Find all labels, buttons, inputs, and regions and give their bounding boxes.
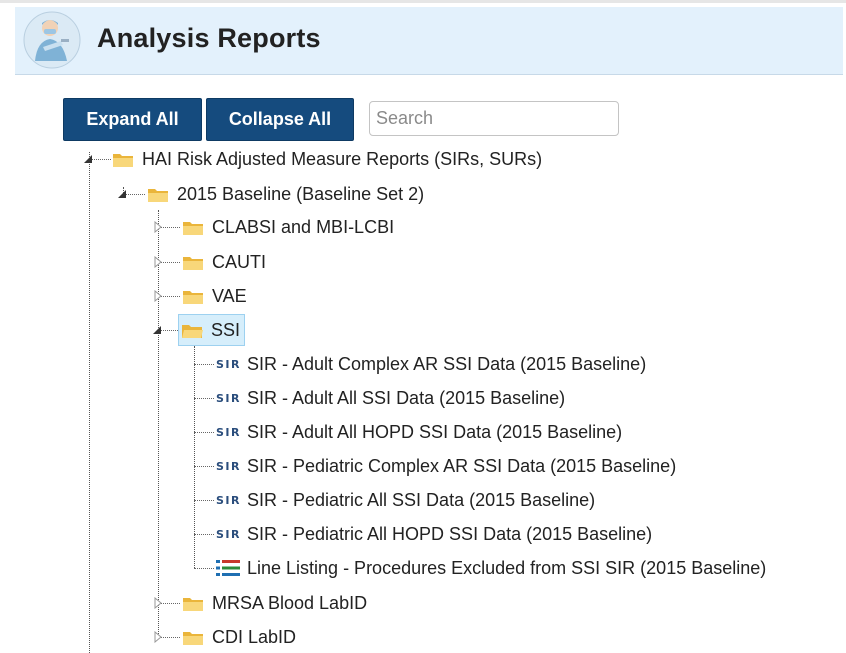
tree-guide-root (89, 152, 90, 653)
tree-report-item[interactable]: Line Listing - Procedures Excluded from … (216, 551, 766, 585)
folder-icon (183, 256, 203, 270)
report-label: SIR - Adult Complex AR SSI Data (2015 Ba… (247, 353, 647, 374)
sir-icon: SIR (216, 527, 241, 541)
tree-node-ssi[interactable]: SSI (178, 314, 246, 346)
tree-node-vae[interactable]: VAE (182, 279, 247, 313)
tree-node-label: CLABSI and MBI-LCBI (212, 216, 395, 237)
folder-icon (183, 221, 203, 235)
tree-connector (194, 500, 214, 501)
page-header: Analysis Reports (15, 7, 843, 75)
tree-report-item[interactable]: SIR SIR - Pediatric All HOPD SSI Data (2… (216, 517, 652, 551)
tree-node-label: 2015 Baseline (Baseline Set 2) (177, 183, 425, 204)
tree-connector (194, 466, 214, 467)
tree-node-label: HAI Risk Adjusted Measure Reports (SIRs,… (142, 148, 543, 169)
collapsed-toggle-icon[interactable] (152, 290, 164, 302)
sir-icon: SIR (216, 357, 241, 371)
tree-node-label: MRSA Blood LabID (212, 592, 368, 613)
tree-node-root[interactable]: HAI Risk Adjusted Measure Reports (SIRs,… (112, 142, 542, 176)
tree-connector (194, 398, 214, 399)
tree-node-label: SSI (211, 319, 241, 340)
tree-report-item[interactable]: SIR SIR - Pediatric All SSI Data (2015 B… (216, 483, 595, 517)
tree-connector (194, 534, 214, 535)
tree-node-cdi[interactable]: CDI LabID (182, 620, 296, 653)
collapse-all-button[interactable]: Collapse All (206, 98, 354, 141)
tree-connector (194, 568, 214, 569)
tree-node-label: CDI LabID (212, 626, 297, 647)
tree-node-label: VAE (212, 285, 247, 306)
collapsed-toggle-icon[interactable] (152, 631, 164, 643)
page-title: Analysis Reports (97, 23, 321, 53)
expanded-toggle-icon[interactable] (82, 153, 94, 165)
sir-icon: SIR (216, 493, 241, 507)
tree-report-item[interactable]: SIR SIR - Adult All SSI Data (2015 Basel… (216, 381, 565, 415)
search-input[interactable] (369, 101, 619, 136)
tree-guide-folders (158, 210, 159, 636)
tree-node-cauti[interactable]: CAUTI (182, 245, 266, 279)
collapsed-toggle-icon[interactable] (152, 597, 164, 609)
report-label: Line Listing - Procedures Excluded from … (247, 557, 767, 578)
line-listing-icon (216, 560, 240, 576)
clinician-logo-icon (23, 11, 81, 69)
sir-icon: SIR (216, 391, 241, 405)
folder-icon (113, 153, 133, 167)
sir-icon: SIR (216, 459, 241, 473)
report-label: SIR - Adult All SSI Data (2015 Baseline) (247, 387, 566, 408)
tree-report-item[interactable]: SIR SIR - Adult All HOPD SSI Data (2015 … (216, 415, 622, 449)
expanded-toggle-icon[interactable] (116, 188, 128, 200)
tree-connector (194, 432, 214, 433)
collapsed-toggle-icon[interactable] (152, 221, 164, 233)
folder-icon (148, 188, 168, 202)
tree-connector (194, 364, 214, 365)
tree-node-label: CAUTI (212, 251, 266, 272)
sir-icon: SIR (216, 425, 241, 439)
folder-icon (183, 631, 203, 645)
tree-node-baseline[interactable]: 2015 Baseline (Baseline Set 2) (147, 177, 424, 211)
open-folder-icon (182, 324, 203, 338)
folder-icon (183, 597, 203, 611)
tree-node-mrsa[interactable]: MRSA Blood LabID (182, 586, 367, 620)
report-label: SIR - Adult All HOPD SSI Data (2015 Base… (247, 421, 623, 442)
report-label: SIR - Pediatric All SSI Data (2015 Basel… (247, 489, 596, 510)
expand-all-button[interactable]: Expand All (63, 98, 202, 141)
tree-report-item[interactable]: SIR SIR - Pediatric Complex AR SSI Data … (216, 449, 676, 483)
tree-report-item[interactable]: SIR SIR - Adult Complex AR SSI Data (201… (216, 347, 646, 381)
tree-node-clabsi[interactable]: CLABSI and MBI-LCBI (182, 210, 394, 244)
report-label: SIR - Pediatric Complex AR SSI Data (201… (247, 455, 677, 476)
collapsed-toggle-icon[interactable] (152, 256, 164, 268)
report-label: SIR - Pediatric All HOPD SSI Data (2015 … (247, 523, 653, 544)
top-border (0, 0, 846, 3)
expanded-toggle-icon[interactable] (151, 324, 163, 336)
folder-icon (183, 290, 203, 304)
